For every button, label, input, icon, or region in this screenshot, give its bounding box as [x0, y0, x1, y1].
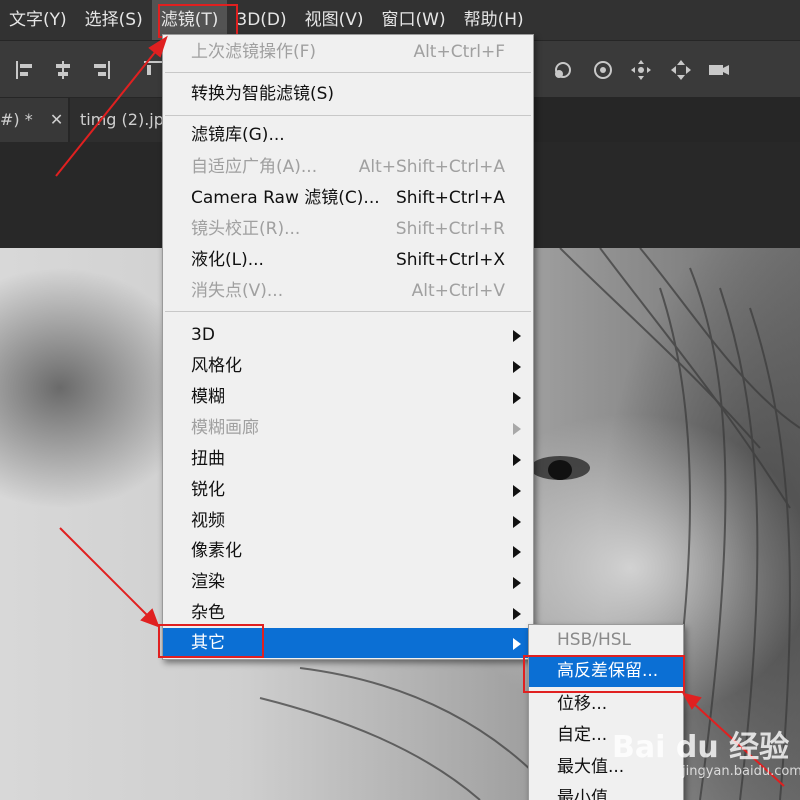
close-icon[interactable]: ✕: [50, 110, 63, 129]
watermark-url: jingyan.baidu.com: [682, 764, 800, 779]
menu-item-label: 杂色: [191, 603, 225, 623]
menu-item-3d[interactable]: 3D: [163, 320, 533, 350]
high-pass-highlight-box: [523, 655, 685, 693]
menu-item-distort[interactable]: 扭曲: [163, 444, 533, 474]
3d-roll-icon[interactable]: [590, 57, 616, 83]
3d-rotate-icon[interactable]: [550, 57, 576, 83]
menu-item-blur-gallery[interactable]: 模糊画廊: [163, 413, 533, 443]
menu-item-label: 像素化: [191, 541, 242, 561]
menu-item-render[interactable]: 渲染: [163, 567, 533, 597]
submenu-arrow-icon: [513, 423, 521, 435]
document-tab-1[interactable]: #) * ✕: [0, 98, 68, 142]
menu-item-shortcut: Shift+Ctrl+R: [395, 219, 505, 239]
filter-dropdown-menu: 上次滤镜操作(F) Alt+Ctrl+F 转换为智能滤镜(S) 滤镜库(G)..…: [162, 34, 534, 660]
menu-item-label: Camera Raw 滤镜(C)...: [191, 188, 380, 208]
menu-item-pixelate[interactable]: 像素化: [163, 536, 533, 566]
align-center-icon[interactable]: [50, 57, 76, 83]
submenu-item-label: HSB/HSL: [557, 630, 632, 650]
submenu-arrow-icon: [513, 546, 521, 558]
menu-item-label: 自适应广角(A)...: [191, 157, 318, 177]
menu-item-shortcut: Alt+Shift+Ctrl+A: [358, 157, 505, 177]
menu-item-shortcut: Shift+Ctrl+X: [395, 250, 505, 270]
menu-item-label: 锐化: [191, 480, 225, 500]
document-tab-2-label: timg (2).jpg: [80, 110, 175, 129]
filter-menu-highlight-box: [158, 4, 238, 38]
align-left-icon[interactable]: [12, 57, 38, 83]
menu-separator: [165, 115, 531, 116]
menu-item-camera-raw[interactable]: Camera Raw 滤镜(C)... Shift+Ctrl+A: [163, 183, 533, 213]
submenu-arrow-icon: [513, 485, 521, 497]
watermark-logo-text: Bai du 经验: [612, 730, 790, 765]
3d-pan-icon[interactable]: [628, 57, 654, 83]
menu-item-label: 液化(L)...: [191, 250, 264, 270]
menu-item-shortcut: Alt+Ctrl+V: [411, 281, 505, 301]
menu-item-label: 渲染: [191, 572, 225, 592]
submenu-arrow-icon: [513, 638, 521, 650]
submenu-arrow-icon: [513, 608, 521, 620]
menu-item-label: 风格化: [191, 356, 242, 376]
submenu-arrow-icon: [513, 577, 521, 589]
align-right-icon[interactable]: [88, 57, 114, 83]
menu-item-adaptive-wide-angle[interactable]: 自适应广角(A)... Alt+Shift+Ctrl+A: [163, 152, 533, 182]
submenu-arrow-icon: [513, 392, 521, 404]
menu-item-label: 视频: [191, 511, 225, 531]
menu-item-label: 模糊画廊: [191, 418, 259, 438]
menu-item-stylize[interactable]: 风格化: [163, 351, 533, 381]
menu-item-convert-smart-filter[interactable]: 转换为智能滤镜(S): [163, 79, 533, 109]
menu-type[interactable]: 文字(Y): [0, 0, 76, 40]
menu-item-label: 扭曲: [191, 449, 225, 469]
menu-item-label: 3D: [191, 325, 215, 345]
menu-item-label: 上次滤镜操作(F): [191, 42, 317, 62]
menu-item-blur[interactable]: 模糊: [163, 382, 533, 412]
submenu-item-offset[interactable]: 位移...: [529, 689, 683, 720]
3d-slide-icon[interactable]: [668, 57, 694, 83]
menu-item-filter-gallery[interactable]: 滤镜库(G)...: [163, 120, 533, 150]
document-tab-1-label: #) *: [0, 110, 33, 129]
menu-item-label: 镜头校正(R)...: [191, 219, 301, 239]
menu-item-label: 消失点(V)...: [191, 281, 284, 301]
menu-item-sharpen[interactable]: 锐化: [163, 475, 533, 505]
menu-item-video[interactable]: 视频: [163, 506, 533, 536]
menu-item-shortcut: Shift+Ctrl+A: [395, 188, 505, 208]
menu-item-label: 模糊: [191, 387, 225, 407]
submenu-item-label: 位移...: [557, 694, 608, 714]
submenu-item-hsb-hsl[interactable]: HSB/HSL: [529, 625, 683, 656]
menu-item-label: 转换为智能滤镜(S): [191, 84, 335, 104]
3d-camera-icon[interactable]: [706, 57, 732, 83]
submenu-arrow-icon: [513, 454, 521, 466]
other-item-highlight-box: [158, 624, 264, 658]
menu-select[interactable]: 选择(S): [76, 0, 152, 40]
menu-item-liquify[interactable]: 液化(L)... Shift+Ctrl+X: [163, 245, 533, 275]
menu-separator: [165, 311, 531, 312]
submenu-arrow-icon: [513, 516, 521, 528]
menu-item-vanishing-point[interactable]: 消失点(V)... Alt+Ctrl+V: [163, 276, 533, 306]
menu-item-last-filter[interactable]: 上次滤镜操作(F) Alt+Ctrl+F: [163, 37, 533, 67]
menu-separator: [165, 72, 531, 73]
menu-item-shortcut: Alt+Ctrl+F: [413, 42, 505, 62]
menu-item-label: 滤镜库(G)...: [191, 125, 285, 145]
submenu-item-label: 自定...: [557, 725, 608, 745]
submenu-arrow-icon: [513, 330, 521, 342]
baidu-watermark: Bai du 经验 jingyan.baidu.com: [612, 722, 800, 800]
submenu-arrow-icon: [513, 361, 521, 373]
menu-item-lens-correction[interactable]: 镜头校正(R)... Shift+Ctrl+R: [163, 214, 533, 244]
